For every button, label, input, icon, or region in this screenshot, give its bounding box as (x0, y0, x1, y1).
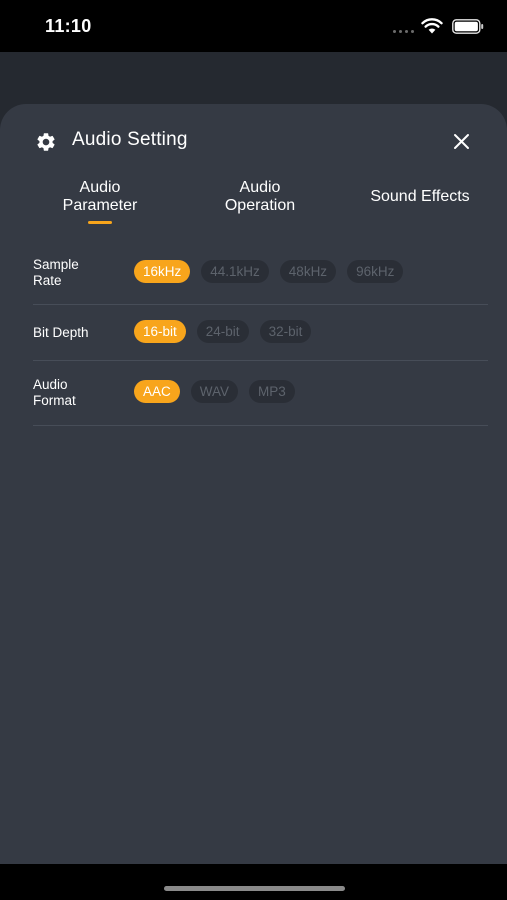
tab-audio-parameter[interactable]: Audio Parameter (40, 179, 160, 215)
setting-label: Bit Depth (33, 325, 123, 341)
option-96khz[interactable]: 96kHz (347, 260, 404, 283)
option-24-bit[interactable]: 24-bit (196, 320, 249, 343)
tab-label: Audio (79, 179, 121, 196)
tab-label: Audio (239, 179, 281, 196)
status-time: 11:10 (45, 16, 92, 36)
tab-indicator (88, 221, 112, 224)
signal-icon (393, 30, 414, 33)
audio-format-options: AAC WAV MP3 (134, 380, 295, 403)
option-wav[interactable]: WAV (190, 380, 239, 403)
option-44-1khz[interactable]: 44.1kHz (201, 260, 269, 283)
option-aac[interactable]: AAC (134, 380, 180, 403)
sheet-title: Audio Setting (72, 129, 188, 150)
close-icon[interactable] (451, 131, 472, 152)
tab-audio-operation[interactable]: Audio Operation (200, 179, 320, 215)
setting-label-line: Sample (33, 257, 79, 272)
wifi-icon (421, 18, 443, 34)
setting-label-line: Rate (33, 273, 62, 288)
divider (33, 360, 488, 361)
status-bar: 11:10 (0, 0, 507, 52)
tab-label: Sound Effects (370, 188, 470, 205)
home-indicator[interactable] (164, 886, 345, 891)
divider (33, 304, 488, 305)
sample-rate-options: 16kHz 44.1kHz 48kHz 96kHz (134, 260, 404, 283)
setting-label-line: Bit Depth (33, 325, 89, 340)
option-48khz[interactable]: 48kHz (279, 260, 337, 283)
battery-icon (452, 19, 484, 34)
setting-label: Audio Format (33, 377, 123, 409)
option-32-bit[interactable]: 32-bit (259, 320, 312, 343)
tab-sound-effects[interactable]: Sound Effects (350, 188, 490, 206)
audio-setting-sheet: Audio Setting Audio Parameter Audio Oper… (0, 104, 507, 864)
divider (33, 425, 488, 426)
tab-label: Operation (224, 197, 296, 214)
setting-label: Sample Rate (33, 257, 123, 289)
option-16-bit[interactable]: 16-bit (134, 320, 186, 343)
setting-label-line: Audio (33, 377, 68, 392)
option-16khz[interactable]: 16kHz (134, 260, 191, 283)
setting-label-line: Format (33, 393, 76, 408)
gear-icon (37, 133, 55, 151)
sheet-header: Audio Setting (0, 104, 507, 178)
bottom-bar (0, 864, 507, 900)
option-mp3[interactable]: MP3 (249, 380, 295, 403)
bit-depth-options: 16-bit 24-bit 32-bit (134, 320, 312, 343)
tab-label: Parameter (62, 197, 138, 214)
